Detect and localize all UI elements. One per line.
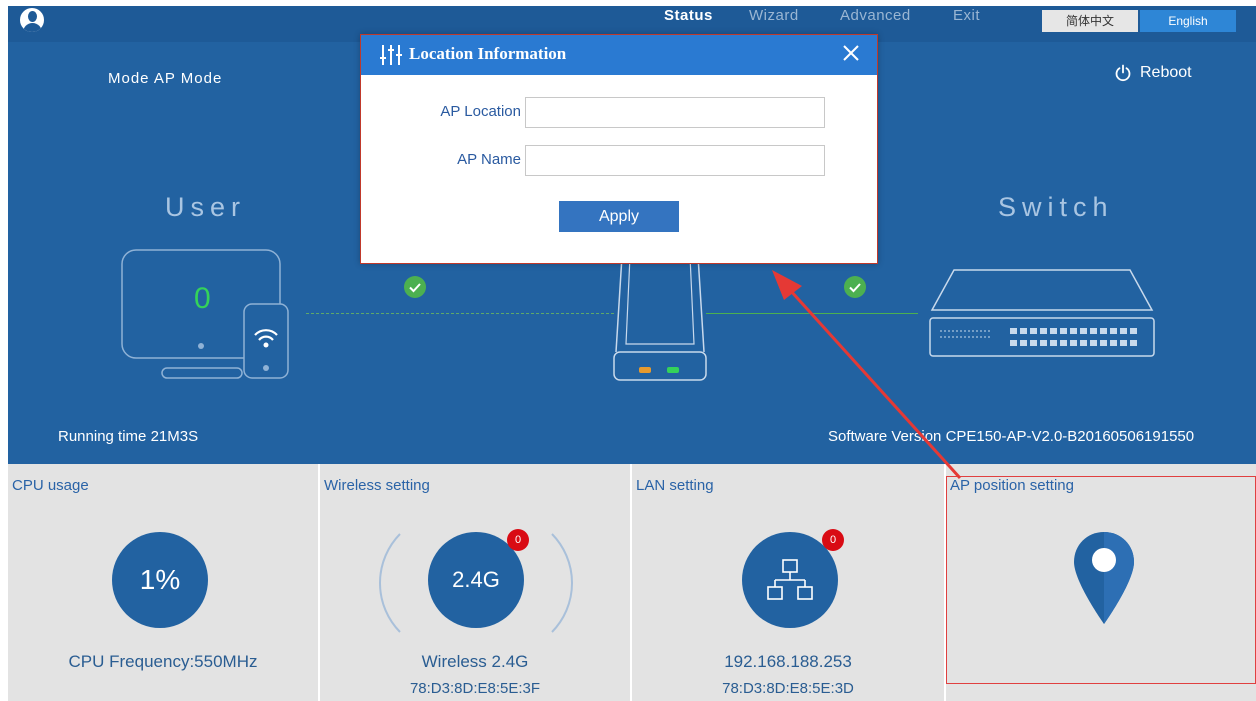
wireless-setting-panel[interactable]: Wireless setting 2.4G 0 Wireless 2.4G 78… bbox=[320, 464, 630, 701]
lang-chinese-button[interactable]: 简体中文 bbox=[1042, 10, 1138, 32]
mode-indicator: Mode AP Mode bbox=[108, 70, 222, 87]
wireless-mac: 78:D3:8D:E8:5E:3F bbox=[409, 680, 541, 697]
annotation-highlight-box bbox=[946, 476, 1256, 684]
cpu-usage-title: CPU usage bbox=[12, 477, 89, 494]
user-avatar-icon[interactable] bbox=[18, 6, 46, 34]
nav-wizard[interactable]: Wizard bbox=[749, 7, 799, 24]
user-section-label: User bbox=[165, 192, 247, 222]
running-time-value: 21M3S bbox=[150, 428, 199, 445]
lan-setting-panel[interactable]: LAN setting 0 192.168.188.253 78:D3:8D:E… bbox=[632, 464, 944, 701]
lan-ip: 192.168.188.253 bbox=[724, 652, 852, 671]
mode-label: Mode bbox=[108, 70, 150, 87]
wireless-name: Wireless 2.4G bbox=[421, 652, 529, 671]
close-icon[interactable] bbox=[839, 41, 863, 65]
ap-device-icon bbox=[613, 256, 707, 381]
nav-exit[interactable]: Exit bbox=[953, 7, 980, 24]
ap-location-input[interactable] bbox=[525, 97, 825, 128]
dialog-title: Location Information bbox=[409, 44, 567, 63]
lang-english-button[interactable]: English bbox=[1140, 10, 1236, 32]
settings-sliders-icon bbox=[380, 45, 402, 65]
cpu-usage-value: 1% bbox=[112, 532, 208, 628]
router-admin-page: Status Wizard Advanced Exit 简体中文 English… bbox=[8, 6, 1256, 701]
location-information-dialog: Location Information AP Location AP Name… bbox=[360, 34, 878, 264]
ap-name-input[interactable] bbox=[525, 145, 825, 176]
wireless-client-badge: 0 bbox=[507, 529, 529, 551]
nav-status[interactable]: Status bbox=[664, 7, 713, 24]
dialog-header: Location Information bbox=[361, 35, 877, 75]
cpu-usage-panel[interactable]: CPU usage 1% CPU Frequency:550MHz bbox=[8, 464, 318, 701]
lan-setting-title: LAN setting bbox=[636, 477, 714, 494]
switch-section-label: Switch bbox=[998, 192, 1114, 222]
nav-advanced[interactable]: Advanced bbox=[840, 7, 911, 24]
running-time-label: Running time bbox=[58, 428, 147, 445]
user-count: 0 bbox=[194, 282, 211, 315]
ap-name-label: AP Name bbox=[457, 151, 521, 168]
user-link-status-icon bbox=[404, 276, 426, 298]
power-icon bbox=[1115, 64, 1131, 82]
user-link-line bbox=[306, 313, 614, 314]
ap-location-label: AP Location bbox=[440, 103, 521, 120]
reboot-button[interactable]: Reboot bbox=[1114, 64, 1192, 82]
lan-client-badge: 0 bbox=[822, 529, 844, 551]
reboot-label: Reboot bbox=[1140, 64, 1192, 81]
annotation-arrow bbox=[772, 270, 962, 480]
software-version-value: CPE150-AP-V2.0-B20160506191550 bbox=[945, 428, 1195, 445]
lan-mac: 78:D3:8D:E8:5E:3D bbox=[722, 680, 854, 697]
mode-value: AP Mode bbox=[153, 70, 223, 87]
wireless-setting-title: Wireless setting bbox=[324, 477, 430, 494]
running-time: Running time 21M3S bbox=[58, 428, 198, 445]
cpu-frequency: CPU Frequency:550MHz bbox=[68, 652, 258, 671]
apply-button[interactable]: Apply bbox=[559, 201, 679, 232]
